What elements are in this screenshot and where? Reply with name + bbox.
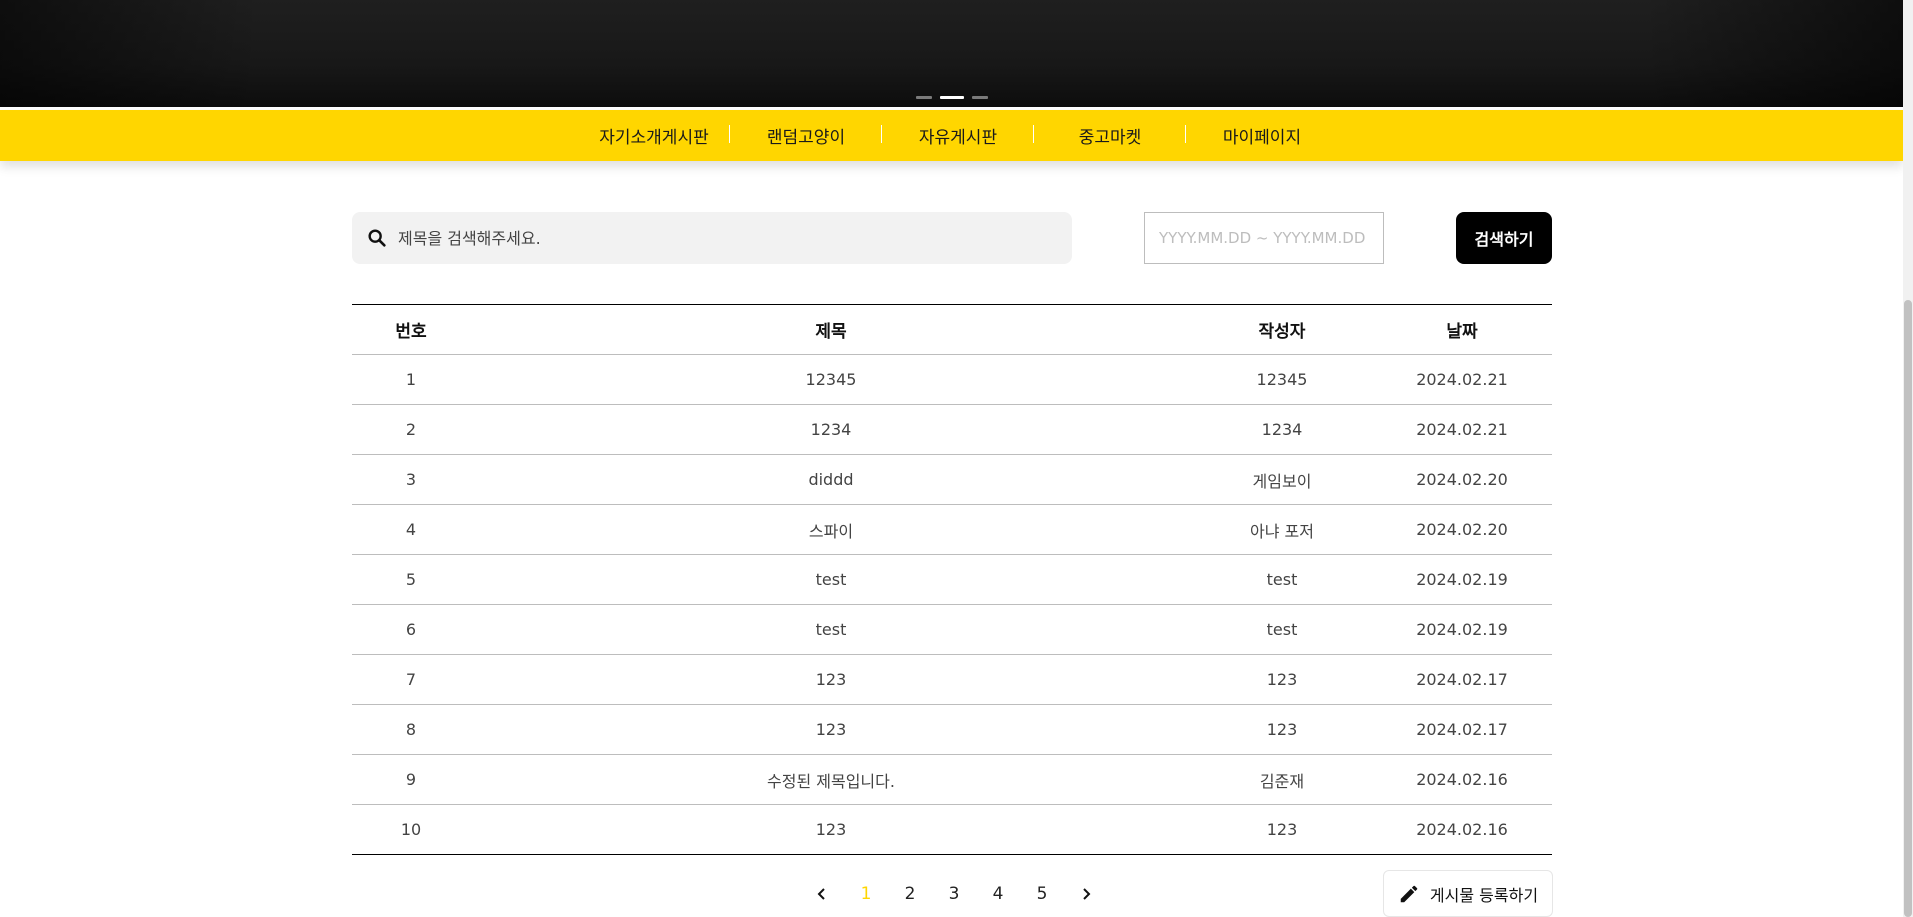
board-table: 번호 제목 작성자 날짜 1 12345 12345 2024.02.21 2 … [352,304,1552,855]
cell-title[interactable]: 123 [470,654,1192,705]
cell-date: 2024.02.16 [1372,804,1552,855]
cell-title[interactable]: 123 [470,704,1192,755]
table-row[interactable]: 7 123 123 2024.02.17 [352,654,1552,705]
prev-page-button[interactable] [800,886,844,902]
cell-date: 2024.02.21 [1372,354,1552,405]
page-4[interactable]: 4 [976,884,1020,904]
nav-item-random-cat[interactable]: 랜덤고양이 [730,123,882,148]
cell-date: 2024.02.16 [1372,754,1552,805]
carousel-dot-2[interactable] [940,96,964,99]
cell-writer: 1234 [1192,404,1372,455]
header-writer: 작성자 [1192,304,1372,355]
main-nav: 자기소개게시판 랜덤고양이 자유게시판 중고마켓 마이페이지 [0,110,1903,161]
search-input[interactable] [398,228,1038,248]
table-row[interactable]: 4 스파이 아냐 포저 2024.02.20 [352,504,1552,555]
nav-items: 자기소개게시판 랜덤고양이 자유게시판 중고마켓 마이페이지 [578,110,1338,161]
cell-number: 8 [352,704,470,755]
cell-writer: 게임보이 [1192,454,1372,505]
banner-shade-right [1643,0,1903,107]
cell-date: 2024.02.17 [1372,704,1552,755]
header-date: 날짜 [1372,304,1552,355]
cell-writer: 김준재 [1192,754,1372,805]
cell-date: 2024.02.19 [1372,554,1552,605]
pagination: 1 2 3 4 5 [800,876,1108,912]
cell-number: 6 [352,604,470,655]
cell-number: 2 [352,404,470,455]
page-scrollbar[interactable] [1903,0,1913,917]
cell-number: 1 [352,354,470,405]
chevron-left-icon [817,888,825,900]
cell-writer: test [1192,554,1372,605]
page-2[interactable]: 2 [888,884,932,904]
nav-item-free-board[interactable]: 자유게시판 [882,123,1034,148]
table-row[interactable]: 5 test test 2024.02.19 [352,554,1552,605]
cell-number: 3 [352,454,470,505]
header-title: 제목 [470,304,1192,355]
cell-number: 5 [352,554,470,605]
cell-title[interactable]: 12345 [470,354,1192,405]
cell-writer: 123 [1192,654,1372,705]
cell-title[interactable]: test [470,604,1192,655]
page-3[interactable]: 3 [932,884,976,904]
cell-title[interactable]: diddd [470,454,1192,505]
table-row[interactable]: 10 123 123 2024.02.16 [352,804,1552,855]
carousel-dot-1[interactable] [916,96,932,99]
write-post-label: 게시물 등록하기 [1429,885,1539,905]
nav-item-used-market[interactable]: 중고마켓 [1034,123,1186,148]
cell-number: 7 [352,654,470,705]
search-icon [368,229,386,247]
table-row[interactable]: 9 수정된 제목입니다. 김준재 2024.02.16 [352,754,1552,805]
search-box [352,212,1072,264]
cell-writer: 123 [1192,704,1372,755]
hero-banner [0,0,1903,107]
write-post-button[interactable]: 게시물 등록하기 [1383,870,1553,917]
table-row[interactable]: 2 1234 1234 2024.02.21 [352,404,1552,455]
cell-writer: 123 [1192,804,1372,855]
page-1[interactable]: 1 [844,884,888,904]
table-row[interactable]: 8 123 123 2024.02.17 [352,704,1552,755]
cell-number: 4 [352,504,470,555]
carousel-dots [916,96,988,99]
chevron-right-icon [1083,888,1091,900]
nav-item-my-page[interactable]: 마이페이지 [1186,123,1338,148]
cell-date: 2024.02.17 [1372,654,1552,705]
header-number: 번호 [352,304,470,355]
carousel-dot-3[interactable] [972,96,988,99]
pencil-icon [1400,885,1418,902]
banner-shade-left [0,0,260,107]
cell-number: 9 [352,754,470,805]
table-row[interactable]: 1 12345 12345 2024.02.21 [352,354,1552,405]
table-header-row: 번호 제목 작성자 날짜 [352,304,1552,355]
scrollbar-thumb[interactable] [1904,300,1912,917]
cell-number: 10 [352,804,470,855]
cell-title[interactable]: test [470,554,1192,605]
cell-date: 2024.02.19 [1372,604,1552,655]
search-button[interactable]: 검색하기 [1456,212,1552,264]
next-page-button[interactable] [1064,886,1108,902]
cell-writer: 12345 [1192,354,1372,405]
table-row[interactable]: 6 test test 2024.02.19 [352,604,1552,655]
cell-date: 2024.02.21 [1372,404,1552,455]
table-row[interactable]: 3 diddd 게임보이 2024.02.20 [352,454,1552,505]
cell-title[interactable]: 1234 [470,404,1192,455]
date-range-input[interactable] [1144,212,1384,264]
cell-date: 2024.02.20 [1372,454,1552,505]
nav-item-intro-board[interactable]: 자기소개게시판 [578,123,730,148]
cell-title[interactable]: 123 [470,804,1192,855]
cell-title[interactable]: 수정된 제목입니다. [470,754,1192,805]
cell-writer: test [1192,604,1372,655]
cell-date: 2024.02.20 [1372,504,1552,555]
page-5[interactable]: 5 [1020,884,1064,904]
cell-writer: 아냐 포저 [1192,504,1372,555]
cell-title[interactable]: 스파이 [470,504,1192,555]
